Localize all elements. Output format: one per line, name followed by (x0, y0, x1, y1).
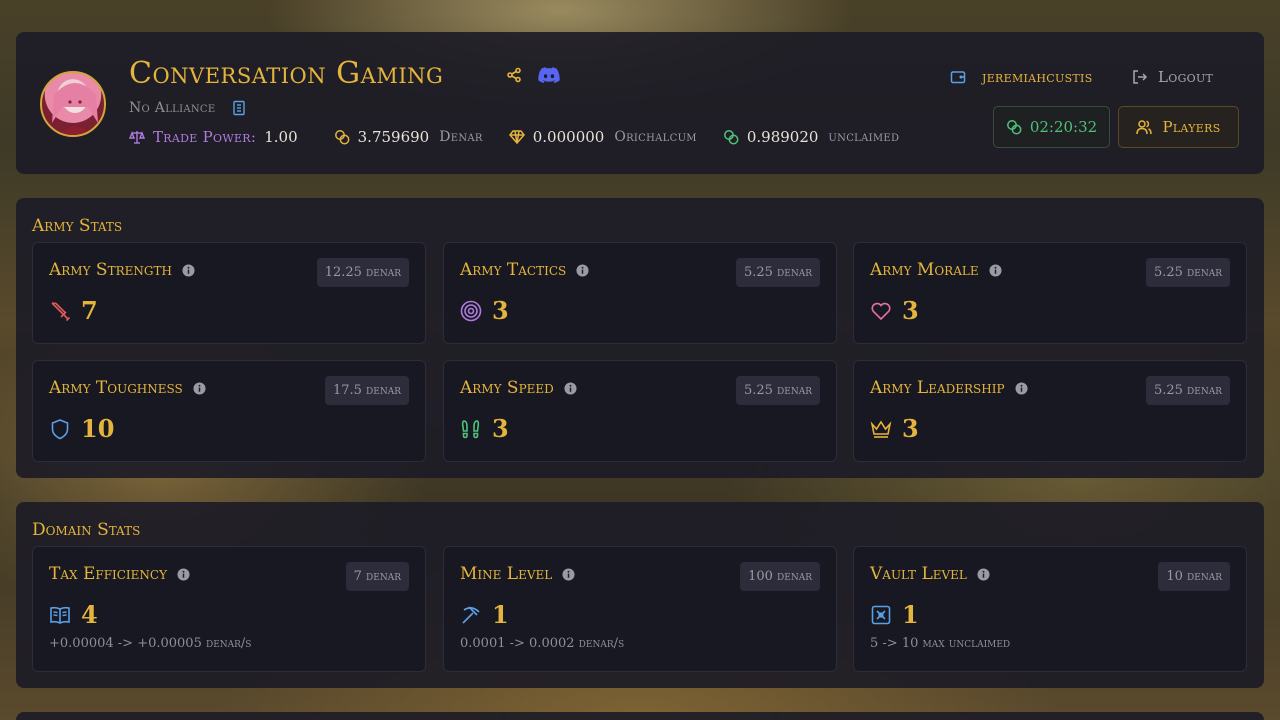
building-icon[interactable] (231, 100, 247, 120)
denar-value: 3.759690 (357, 128, 430, 146)
cost-badge: 100 denar (740, 562, 820, 591)
alliance-label: No Alliance (129, 100, 216, 116)
crown-icon (870, 420, 892, 438)
info-icon[interactable] (564, 381, 577, 395)
stat-name: Army Morale (870, 260, 979, 280)
stat-card-army-strength[interactable]: Army Strength 12.25 denar 7 (32, 242, 426, 344)
stat-value: 1 (902, 600, 919, 629)
trade-power-value: 1.00 (264, 128, 298, 146)
footprints-icon (461, 419, 480, 438)
next-section-panel (16, 712, 1264, 720)
logout-icon (1133, 70, 1148, 84)
heart-icon (871, 302, 891, 320)
book-icon (50, 606, 70, 624)
pickaxe-icon (462, 605, 480, 624)
stat-value: 3 (902, 296, 919, 325)
domain-stats-section: Domain Stats Tax Efficiency 7 denar 4 +0… (16, 502, 1264, 688)
stat-name: Army Speed (460, 378, 554, 398)
stat-name: Army Strength (49, 260, 172, 280)
resources-row: Trade Power: 1.00 3.759690 Denar 0.00000… (129, 126, 925, 148)
stat-note: 0.0001 -> 0.0002 denar/s (460, 636, 625, 651)
army-stats-section: Army Stats Army Strength 12.25 denar 7 A… (16, 198, 1264, 478)
logout-button[interactable]: Logout (1132, 68, 1213, 86)
wallet-account[interactable]: jeremiahcustis (950, 68, 1093, 86)
cost-badge: 5.25 denar (735, 376, 820, 405)
sword-icon (51, 301, 71, 321)
stat-value: 4 (81, 600, 98, 629)
cost-badge: 17.5 denar (324, 376, 409, 405)
page-title: Conversation Gaming (129, 56, 444, 91)
players-label: Players (1162, 118, 1221, 136)
cost-badge: 7 denar (345, 562, 409, 591)
denar-balance: 3.759690 Denar (334, 128, 483, 146)
unclaimed-balance: 0.989020 unclaimed (723, 128, 899, 146)
stat-card-army-morale[interactable]: Army Morale 5.25 denar 3 (853, 242, 1247, 344)
stat-value: 3 (492, 296, 509, 325)
orichalcum-label: Orichalcum (614, 129, 697, 145)
orichalcum-balance: 0.000000 Orichalcum (508, 128, 697, 146)
info-icon[interactable] (1015, 381, 1028, 395)
coins-icon (723, 130, 739, 145)
timer-value: 02:20:32 (1029, 118, 1098, 136)
section-title: Army Stats (32, 216, 123, 236)
cost-badge: 5.25 denar (1145, 376, 1230, 405)
stat-value: 3 (492, 414, 509, 443)
stat-card-army-speed[interactable]: Army Speed 5.25 denar 3 (443, 360, 837, 462)
stat-name: Army Leadership (870, 378, 1005, 398)
avatar[interactable] (40, 71, 106, 137)
denar-label: Denar (439, 129, 483, 145)
stat-value: 3 (902, 414, 919, 443)
users-icon (1136, 120, 1153, 135)
stat-note: +0.00004 -> +0.00005 denar/s (49, 636, 252, 651)
scale-icon (129, 131, 145, 144)
info-icon[interactable] (562, 567, 575, 581)
info-icon[interactable] (177, 567, 190, 581)
stat-name: Vault Level (870, 564, 967, 584)
claim-timer-button[interactable]: 02:20:32 (993, 106, 1110, 148)
username: jeremiahcustis (982, 68, 1093, 86)
logout-label: Logout (1158, 68, 1214, 86)
stat-value: 7 (81, 296, 98, 325)
orichalcum-value: 0.000000 (532, 128, 605, 146)
header-panel: Conversation Gaming No Alliance Trade Po… (16, 32, 1264, 174)
stat-card-vault-level[interactable]: Vault Level 10 denar 1 5 -> 10 max uncla… (853, 546, 1247, 672)
stat-note: 5 -> 10 max unclaimed (870, 636, 1011, 651)
stat-value: 10 (81, 414, 115, 443)
share-icon[interactable] (506, 67, 522, 87)
stat-card-tax-efficiency[interactable]: Tax Efficiency 7 denar 4 +0.00004 -> +0.… (32, 546, 426, 672)
cost-badge: 10 denar (1158, 562, 1230, 591)
stat-name: Mine Level (460, 564, 553, 584)
stat-name: Tax Efficiency (49, 564, 168, 584)
unclaimed-label: unclaimed (828, 129, 900, 145)
stat-card-army-tactics[interactable]: Army Tactics 5.25 denar 3 (443, 242, 837, 344)
stat-card-mine-level[interactable]: Mine Level 100 denar 1 0.0001 -> 0.0002 … (443, 546, 837, 672)
cost-badge: 12.25 denar (316, 258, 409, 287)
stat-card-army-toughness[interactable]: Army Toughness 17.5 denar 10 (32, 360, 426, 462)
shield-icon (51, 418, 69, 439)
cost-badge: 5.25 denar (1145, 258, 1230, 287)
info-icon[interactable] (576, 263, 589, 277)
trade-power: Trade Power: 1.00 (129, 128, 308, 146)
info-icon[interactable] (182, 263, 195, 277)
unclaimed-value: 0.989020 (746, 128, 819, 146)
info-icon[interactable] (193, 381, 206, 395)
cost-badge: 5.25 denar (735, 258, 820, 287)
vault-icon (871, 605, 891, 624)
info-icon[interactable] (989, 263, 1002, 277)
info-icon[interactable] (977, 567, 990, 581)
coins-icon (334, 130, 350, 145)
coins-icon (1006, 120, 1022, 135)
discord-icon[interactable] (538, 67, 560, 87)
stat-value: 1 (492, 600, 509, 629)
stat-name: Army Tactics (460, 260, 567, 280)
section-title: Domain Stats (32, 520, 141, 540)
trade-power-label: Trade Power: (153, 128, 257, 146)
target-icon (460, 300, 482, 321)
gem-icon (508, 130, 525, 145)
wallet-icon (950, 71, 966, 84)
players-button[interactable]: Players (1118, 106, 1239, 148)
stat-name: Army Toughness (49, 378, 183, 398)
stat-card-army-leadership[interactable]: Army Leadership 5.25 denar 3 (853, 360, 1247, 462)
